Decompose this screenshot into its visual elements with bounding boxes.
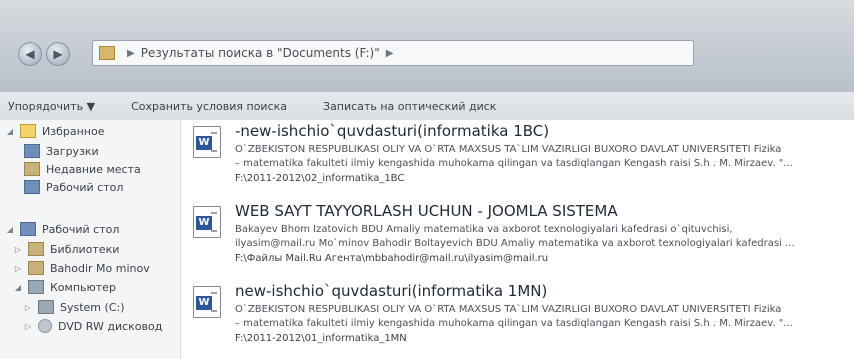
word-document-icon — [193, 126, 221, 158]
nav-downloads[interactable]: Загрузки — [24, 144, 99, 158]
result-snippet-line: – matematika fakulteti ilmiy kengashida … — [235, 318, 793, 329]
breadcrumb[interactable]: Результаты поиска в "Documents (F:)" — [141, 46, 380, 60]
result-snippet-line: – matematika fakulteti ilmiy kengashida … — [235, 158, 793, 169]
drive-icon — [38, 300, 54, 314]
recent-places-icon — [24, 162, 40, 176]
desktop-icon — [20, 222, 36, 236]
forward-button[interactable]: ▶ — [46, 42, 70, 66]
result-title[interactable]: -new-ishchio`quvdasturi(informatika 1BC) — [235, 122, 549, 140]
result-path: F:\Файлы Mail.Ru Агента\mbbahodir@mail.r… — [235, 253, 549, 264]
nav-label: DVD RW дисковод — [58, 319, 163, 333]
result-snippet: O`ZBEKISTON RESPUBLIKASI OLIY VA O`RTA M… — [235, 143, 845, 171]
nav-dvd-drive[interactable]: ▷ DVD RW дисковод — [24, 319, 162, 333]
result-path: F:\2011-2012\02_informatika_1BC — [235, 173, 405, 184]
nav-label: Рабочий стол — [46, 180, 124, 194]
expand-caret-icon[interactable]: ▷ — [24, 322, 32, 331]
navigation-buttons: ◀ ▶ — [18, 40, 88, 68]
result-title[interactable]: new-ishchio`quvdasturi(informatika 1MN) — [235, 282, 547, 300]
nav-label: Избранное — [42, 124, 105, 138]
result-snippet-line: ilyasim@mail.ru Mo`minov Bahodir Boltaye… — [235, 238, 795, 249]
back-arrow-icon: ◀ — [25, 47, 35, 61]
nav-desktop[interactable]: ◢ Рабочий стол — [6, 222, 119, 236]
nav-label: Рабочий стол — [42, 222, 120, 236]
nav-label: Компьютер — [50, 280, 116, 294]
collapse-caret-icon[interactable]: ◢ — [14, 283, 22, 292]
titlebar: ◀ ▶ ▶ Результаты поиска в "Documents (F:… — [0, 0, 854, 92]
result-snippet-line: O`ZBEKISTON RESPUBLIKASI OLIY VA O`RTA M… — [235, 144, 782, 155]
burn-disc-button[interactable]: Записать на оптический диск — [315, 97, 504, 116]
nav-label: Загрузки — [46, 144, 99, 158]
expand-caret-icon[interactable]: ▷ — [14, 264, 22, 273]
nav-libraries[interactable]: ▷ Библиотеки — [14, 242, 119, 256]
download-icon — [24, 144, 40, 158]
nav-label: Библиотеки — [50, 242, 120, 256]
nav-favorites[interactable]: ◢ Избранное — [6, 124, 104, 138]
save-search-button[interactable]: Сохранить условия поиска — [123, 97, 295, 116]
result-snippet: Bakayev Bhom Izatovich BDU Amaliy matema… — [235, 223, 845, 251]
result-snippet-line: Bakayev Bhom Izatovich BDU Amaliy matema… — [235, 224, 733, 235]
back-button[interactable]: ◀ — [18, 42, 42, 66]
word-document-icon — [193, 206, 221, 238]
forward-arrow-icon: ▶ — [53, 47, 63, 61]
star-icon — [20, 124, 36, 138]
search-result-item[interactable]: WEB SAYT TAYYORLASH UCHUN - JOOMLA SISTE… — [189, 202, 849, 274]
libraries-icon — [28, 242, 44, 256]
result-snippet: O`ZBEKISTON RESPUBLIKASI OLIY VA O`RTA M… — [235, 303, 845, 331]
search-results: -new-ishchio`quvdasturi(informatika 1BC)… — [181, 120, 854, 359]
nav-label: Недавние места — [46, 162, 141, 176]
search-result-item[interactable]: new-ishchio`quvdasturi(informatika 1MN) … — [189, 282, 849, 354]
word-document-icon — [193, 286, 221, 318]
toolbar: Упорядочить ▼ Сохранить условия поиска З… — [0, 92, 854, 121]
nav-label: Bahodir Mo minov — [50, 261, 150, 275]
desktop-icon — [24, 180, 40, 194]
navigation-pane: ◢ Избранное Загрузки Недавние места Рабо… — [0, 120, 181, 359]
search-result-item[interactable]: -new-ishchio`quvdasturi(informatika 1BC)… — [189, 122, 849, 194]
nav-desktop-fav[interactable]: Рабочий стол — [24, 180, 123, 194]
result-path: F:\2011-2012\01_informatika_1MN — [235, 333, 407, 344]
nav-computer[interactable]: ◢ Компьютер — [14, 280, 116, 294]
search-folder-icon — [99, 46, 115, 60]
nav-recent-places[interactable]: Недавние места — [24, 162, 141, 176]
nav-user-folder[interactable]: ▷ Bahodir Mo minov — [14, 261, 150, 275]
breadcrumb-separator-icon: ▶ — [127, 47, 135, 59]
collapse-caret-icon[interactable]: ◢ — [6, 225, 14, 234]
address-bar[interactable]: ▶ Результаты поиска в "Documents (F:)" ▶ — [92, 40, 694, 66]
expand-caret-icon[interactable]: ▷ — [24, 303, 32, 312]
dvd-drive-icon — [38, 319, 52, 333]
nav-system-drive[interactable]: ▷ System (C:) — [24, 300, 125, 314]
result-title[interactable]: WEB SAYT TAYYORLASH UCHUN - JOOMLA SISTE… — [235, 202, 618, 220]
expand-caret-icon[interactable]: ▷ — [14, 245, 22, 254]
user-folder-icon — [28, 261, 44, 275]
breadcrumb-dropdown-icon[interactable]: ▶ — [386, 48, 394, 59]
nav-label: System (C:) — [60, 300, 125, 314]
computer-icon — [28, 280, 44, 294]
explorer-window: ◀ ▶ ▶ Результаты поиска в "Documents (F:… — [0, 0, 854, 359]
result-snippet-line: O`ZBEKISTON RESPUBLIKASI OLIY VA O`RTA M… — [235, 304, 782, 315]
collapse-caret-icon[interactable]: ◢ — [6, 127, 14, 136]
organize-button[interactable]: Упорядочить ▼ — [0, 97, 103, 116]
